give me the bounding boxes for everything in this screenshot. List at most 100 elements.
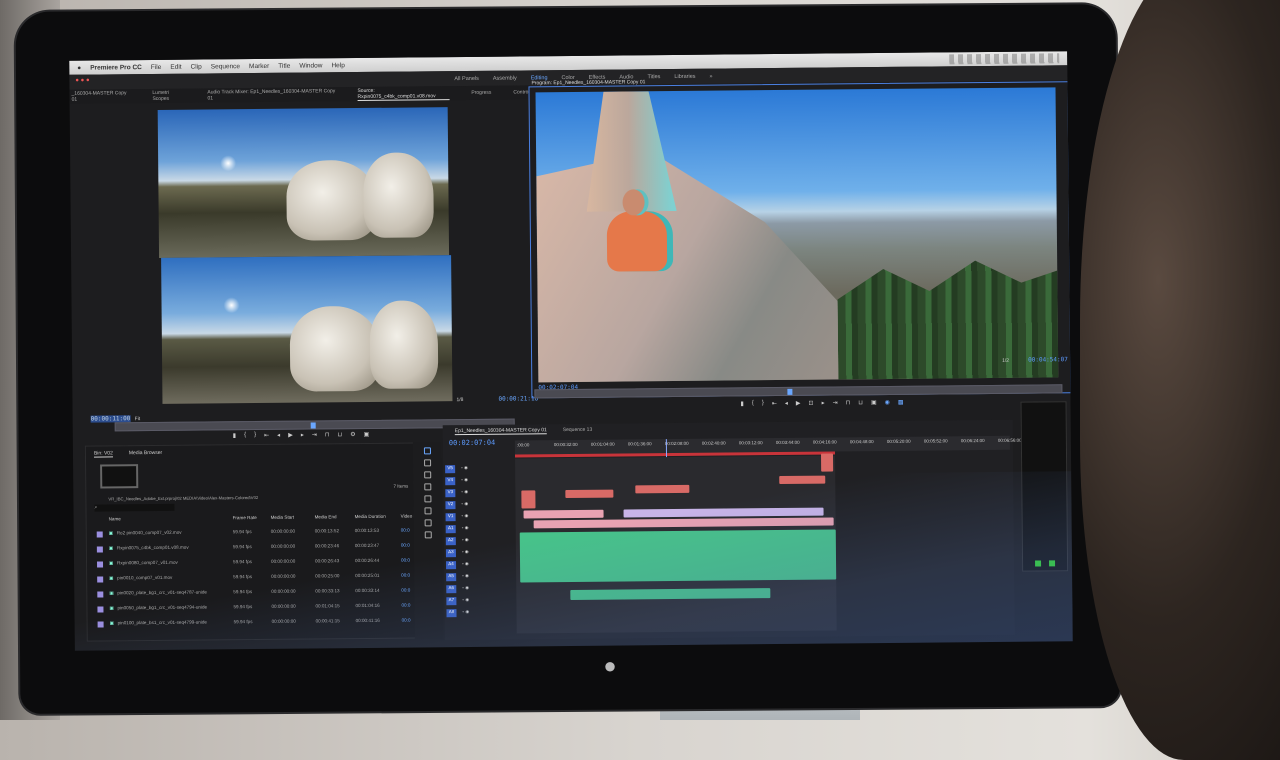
- clip[interactable]: [779, 475, 826, 485]
- track-label[interactable]: A3: [445, 549, 456, 558]
- lock-icon[interactable]: ▫: [462, 561, 464, 566]
- go-to-in-icon[interactable]: ⇤: [264, 432, 269, 439]
- apple-menu-icon[interactable]: ●: [77, 64, 81, 71]
- lock-icon[interactable]: ▫: [462, 549, 464, 554]
- source-zoom-select[interactable]: 1/8: [456, 397, 463, 403]
- track-label[interactable]: A6: [446, 585, 457, 594]
- program-zoom-select[interactable]: 1/2: [1002, 358, 1009, 364]
- menu-help[interactable]: Help: [331, 62, 344, 69]
- project-item-row[interactable]: ▣ pin0020_plate_bg1_crc_v01-seq4787-unide…: [93, 586, 413, 601]
- lock-icon[interactable]: ▫: [461, 501, 463, 506]
- toggle-output-icon[interactable]: ◉: [465, 609, 469, 614]
- extract-icon[interactable]: ⊔: [858, 399, 863, 406]
- track-header[interactable]: V5 ▫ ◉: [445, 465, 515, 475]
- selection-tool-icon[interactable]: [423, 447, 431, 455]
- insert-icon[interactable]: ⊓: [325, 431, 330, 438]
- label-color-swatch[interactable]: [97, 591, 104, 598]
- toggle-output-icon[interactable]: ◉: [464, 513, 468, 518]
- ripple-edit-tool-icon[interactable]: [423, 471, 431, 479]
- toggle-output-icon[interactable]: ◉: [465, 573, 469, 578]
- tab-sequence-13[interactable]: Sequence 13: [563, 427, 593, 433]
- tab-sequence-copy[interactable]: _160304-MASTER Copy 01: [71, 90, 130, 103]
- track-header[interactable]: A3 ▫ ◉: [445, 549, 516, 559]
- clip[interactable]: [523, 509, 604, 519]
- lock-icon[interactable]: ▫: [462, 537, 464, 542]
- in-point-icon[interactable]: {: [752, 400, 754, 407]
- track-header[interactable]: A7 ▫ ◉: [446, 597, 516, 607]
- hand-tool-icon[interactable]: [424, 519, 432, 527]
- track-label[interactable]: A7: [446, 597, 457, 606]
- clip[interactable]: [521, 490, 536, 509]
- col-frame-rate[interactable]: Frame Rate: [233, 515, 257, 520]
- toggle-output-icon[interactable]: ◉: [464, 501, 468, 506]
- clip[interactable]: [820, 453, 834, 472]
- project-item-row[interactable]: ▣ pin0050_plate_bg1_crc_v01-seq4794-unide…: [93, 601, 413, 616]
- track-header[interactable]: A5 ▫ ◉: [446, 573, 516, 583]
- marker-icon[interactable]: ▮: [233, 432, 236, 439]
- track-label[interactable]: V4: [445, 477, 456, 486]
- lock-icon[interactable]: ▫: [462, 597, 464, 602]
- lock-icon[interactable]: ▫: [461, 477, 463, 482]
- toggle-output-icon[interactable]: ◉: [464, 465, 468, 470]
- track-header[interactable]: A2 ▫ ◉: [445, 537, 516, 547]
- track-label[interactable]: A1: [445, 525, 456, 534]
- step-forward-icon[interactable]: ▸: [301, 432, 304, 439]
- step-back-icon[interactable]: ◂: [785, 400, 788, 407]
- program-title[interactable]: Program: Ep1_Needles_160304-MASTER Copy …: [531, 79, 645, 86]
- go-to-in-icon[interactable]: ⇤: [772, 400, 777, 407]
- play-icon[interactable]: ▶: [796, 400, 801, 407]
- source-playhead[interactable]: [310, 422, 316, 429]
- track-label[interactable]: A4: [446, 561, 457, 570]
- track-select-tool-icon[interactable]: [423, 459, 431, 467]
- tab-media-browser[interactable]: Media Browser: [129, 450, 162, 457]
- track-label[interactable]: V1: [445, 513, 456, 522]
- pen-tool-icon[interactable]: [423, 507, 432, 515]
- lock-icon[interactable]: ▫: [461, 465, 463, 470]
- label-color-swatch[interactable]: [97, 621, 104, 628]
- menu-file[interactable]: File: [151, 63, 162, 70]
- search-input[interactable]: ⌕: [94, 503, 175, 512]
- camera-icon[interactable]: ▣: [364, 431, 370, 438]
- marker-icon[interactable]: ▮: [740, 400, 743, 407]
- lift-icon[interactable]: ⊓: [846, 399, 851, 406]
- app-menu[interactable]: Premiere Pro CC: [90, 64, 142, 71]
- label-color-swatch[interactable]: [96, 561, 104, 568]
- audio-clip[interactable]: [570, 588, 771, 601]
- track-header[interactable]: A6 ▫ ◉: [446, 585, 516, 595]
- tab-audio-track-mixer[interactable]: Audio Track Mixer: Ep1_Needles_160304-MA…: [207, 88, 335, 101]
- out-point-icon[interactable]: }: [254, 432, 256, 439]
- col-name[interactable]: Name: [109, 516, 121, 521]
- toggle-output-icon[interactable]: ◉: [465, 597, 469, 602]
- track-label[interactable]: A2: [445, 537, 456, 546]
- toggle-output-icon[interactable]: ◉: [465, 537, 469, 542]
- workspace-libraries[interactable]: Libraries: [674, 73, 695, 79]
- tab-control[interactable]: Control: [513, 89, 529, 95]
- workspace-all-panels[interactable]: All Panels: [454, 75, 479, 81]
- tab-source[interactable]: Source: Rxpin0075_c4bk_comp01.v08.mov: [357, 86, 450, 101]
- workspace-overflow[interactable]: »: [709, 73, 712, 79]
- workspace-assembly[interactable]: Assembly: [493, 75, 517, 81]
- comparison-icon[interactable]: ▩: [898, 399, 904, 406]
- tab-bin-v02[interactable]: Bin: V02: [93, 450, 113, 458]
- in-point-icon[interactable]: {: [244, 432, 246, 439]
- project-item-row[interactable]: ▣ Rxpin0075_c4bk_comp01.v08.mov 59.94 fps 0…: [93, 541, 413, 556]
- project-item-row[interactable]: ▣ Rxpin0080_comp07_v01.mov 59.94 fps 00:00:…: [93, 556, 413, 571]
- col-media-start[interactable]: Media Start: [271, 515, 295, 520]
- menu-edit[interactable]: Edit: [170, 63, 181, 70]
- menu-marker[interactable]: Marker: [249, 62, 269, 69]
- lock-icon[interactable]: ▫: [462, 525, 464, 530]
- out-point-icon[interactable]: }: [762, 400, 764, 407]
- vr-view-icon[interactable]: ◉: [885, 399, 890, 406]
- razor-tool-icon[interactable]: [423, 483, 431, 491]
- camera-icon[interactable]: ▣: [871, 399, 877, 406]
- zoom-tool-icon[interactable]: [424, 531, 432, 539]
- toggle-output-icon[interactable]: ◉: [465, 585, 469, 590]
- menu-clip[interactable]: Clip: [191, 63, 202, 70]
- toggle-output-icon[interactable]: ◉: [465, 525, 469, 530]
- audio-clip[interactable]: [519, 529, 837, 583]
- track-header[interactable]: V4 ▫ ◉: [445, 477, 515, 487]
- track-header[interactable]: V1 ▫ ◉: [445, 513, 516, 523]
- slip-tool-icon[interactable]: [423, 495, 431, 503]
- track-header[interactable]: V2 ▫ ◉: [445, 501, 515, 511]
- timeline-timecode[interactable]: 00:02:07:04: [449, 439, 495, 447]
